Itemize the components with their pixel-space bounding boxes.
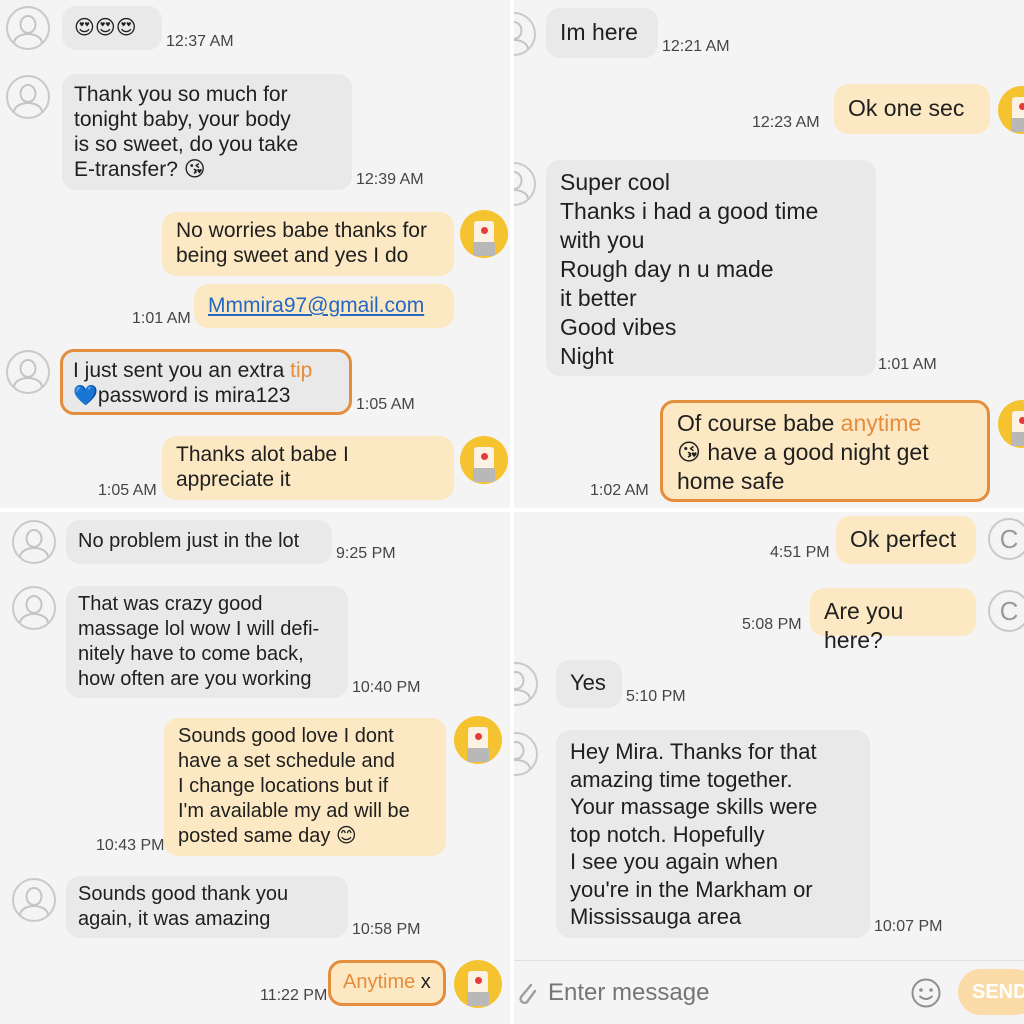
message-time: 11:22 PM: [260, 987, 328, 1004]
message-time: 5:08 PM: [742, 616, 802, 633]
message-bubble[interactable]: Super cool Thanks i had a good time with…: [546, 160, 876, 376]
chat-panel-4: Ok perfect 4:51 PM C Are you here? 5:08 …: [514, 512, 1024, 1024]
contact-avatar-icon[interactable]: [514, 732, 538, 776]
message-text: I just sent you an extra: [73, 359, 291, 382]
user-avatar-icon[interactable]: [998, 400, 1024, 448]
message-time: 1:01 AM: [132, 310, 191, 327]
emoji-icon[interactable]: [910, 977, 942, 1009]
message-highlight: tip: [290, 359, 313, 382]
contact-avatar-icon[interactable]: C: [988, 518, 1024, 560]
contact-avatar-icon[interactable]: [6, 350, 50, 394]
message-time: 12:39 AM: [356, 171, 424, 188]
message-bubble[interactable]: Yes: [556, 660, 622, 708]
message-highlight: Anytime: [343, 971, 416, 993]
message-time: 12:23 AM: [752, 114, 820, 131]
message-time: 1:01 AM: [878, 356, 937, 373]
contact-avatar-icon[interactable]: [514, 162, 536, 206]
message-bubble[interactable]: Thanks alot babe I appreciate it: [162, 436, 454, 500]
user-avatar-icon[interactable]: [998, 86, 1024, 134]
message-bubble[interactable]: Are you here?: [810, 588, 976, 653]
message-input[interactable]: [546, 973, 890, 1013]
contact-avatar-icon[interactable]: [6, 6, 50, 50]
contact-avatar-icon[interactable]: [514, 12, 536, 56]
user-avatar-icon[interactable]: [454, 716, 502, 764]
message-text: Sounds good love I dont have a set sched…: [178, 725, 410, 847]
chat-panel-3: No problem just in the lot 9:25 PM That …: [0, 512, 510, 1024]
message-input-bar: SEND: [514, 960, 1024, 1024]
message-highlight: anytime: [840, 410, 922, 436]
contact-avatar-icon[interactable]: [12, 878, 56, 922]
message-time: 12:37 AM: [166, 33, 234, 50]
message-time: 4:51 PM: [770, 544, 830, 561]
message-bubble[interactable]: Anytime x: [328, 960, 446, 1006]
chat-panel-2: Im here 12:21 AM Ok one sec 12:23 AM Sup…: [514, 0, 1024, 508]
chat-panel-1: 😍😍😍 12:37 AM Thank you so much for tonig…: [0, 0, 510, 508]
send-button[interactable]: SEND: [958, 969, 1024, 1015]
message-text: have a good night get home safe: [677, 439, 929, 494]
message-bubble[interactable]: That was crazy good massage lol wow I wi…: [66, 586, 348, 698]
message-bubble[interactable]: Of course babe anytime 😘 have a good nigh…: [660, 400, 990, 502]
message-time: 10:58 PM: [352, 921, 421, 938]
contact-avatar-icon[interactable]: C: [988, 590, 1024, 632]
message-bubble[interactable]: No worries babe thanks for being sweet a…: [162, 212, 454, 276]
message-time: 1:02 AM: [590, 482, 649, 499]
message-bubble[interactable]: Ok perfect: [836, 516, 976, 564]
message-bubble[interactable]: Im here: [546, 8, 658, 58]
message-bubble[interactable]: I just sent you an extra tip 💙password is…: [60, 349, 352, 415]
contact-avatar-icon[interactable]: [12, 520, 56, 564]
message-text: x: [415, 971, 431, 993]
user-avatar-icon[interactable]: [454, 960, 502, 1008]
email-link[interactable]: Mmmira97@gmail.com: [208, 294, 424, 317]
message-bubble[interactable]: No problem just in the lot: [66, 520, 332, 564]
message-time: 1:05 AM: [356, 396, 415, 413]
message-bubble[interactable]: Thank you so much for tonight baby, your…: [62, 74, 352, 190]
message-time: 1:05 AM: [98, 482, 157, 499]
attach-icon[interactable]: [516, 979, 538, 1009]
message-time: 5:10 PM: [626, 688, 686, 705]
message-bubble[interactable]: Ok one sec: [834, 84, 990, 134]
message-bubble[interactable]: Sounds good thank you again, it was amaz…: [66, 876, 348, 938]
user-avatar-icon[interactable]: [460, 210, 508, 258]
message-time: 10:40 PM: [352, 679, 421, 696]
contact-avatar-icon[interactable]: [12, 586, 56, 630]
user-avatar-icon[interactable]: [460, 436, 508, 484]
kiss-emoji: 😘: [677, 439, 701, 465]
message-time: 10:43 PM: [96, 837, 165, 854]
message-time: 12:21 AM: [662, 38, 730, 55]
smile-emoji: 😊: [335, 825, 357, 847]
message-time: 10:07 PM: [874, 918, 943, 935]
contact-avatar-icon[interactable]: [6, 75, 50, 119]
message-bubble[interactable]: Hey Mira. Thanks for that amazing time t…: [556, 730, 870, 938]
message-bubble[interactable]: 😍😍😍: [62, 6, 162, 50]
message-text: password is mira123: [97, 384, 291, 407]
blue-heart-icon: 💙: [73, 385, 98, 407]
message-time: 9:25 PM: [336, 545, 396, 562]
message-text: Of course babe: [677, 410, 841, 436]
contact-avatar-icon[interactable]: [514, 662, 538, 706]
message-bubble[interactable]: Mmmira97@gmail.com: [194, 284, 454, 328]
message-bubble[interactable]: Sounds good love I dont have a set sched…: [164, 718, 446, 856]
